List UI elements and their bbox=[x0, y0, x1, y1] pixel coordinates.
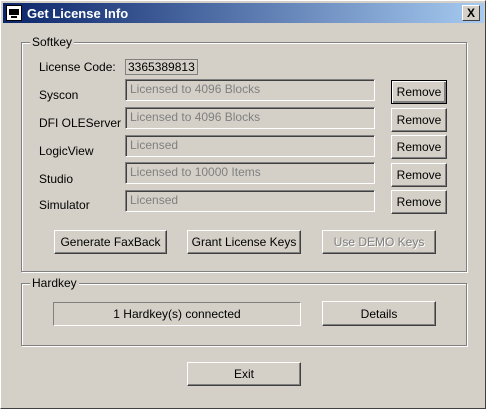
logicview-remove-button[interactable]: Remove bbox=[391, 135, 447, 159]
use-demo-keys-button[interactable]: Use DEMO Keys bbox=[322, 230, 436, 254]
syscon-label: Syscon bbox=[39, 88, 79, 102]
title-bar[interactable]: Get License Info X bbox=[3, 3, 484, 23]
logicview-label: LogicView bbox=[39, 144, 94, 158]
softkey-group-label: Softkey bbox=[30, 35, 75, 49]
simulator-remove-button[interactable]: Remove bbox=[391, 190, 447, 214]
license-code-label: License Code: bbox=[39, 60, 116, 74]
get-license-info-dialog: Get License Info X Softkey License Code:… bbox=[0, 0, 486, 409]
dfi-oleserver-license-field: Licensed to 4096 Blocks bbox=[125, 107, 375, 129]
studio-remove-button[interactable]: Remove bbox=[391, 163, 447, 187]
exit-button[interactable]: Exit bbox=[187, 362, 301, 386]
hardkey-group-label: Hardkey bbox=[30, 276, 79, 290]
dfi-oleserver-label: DFI OLEServer bbox=[39, 116, 122, 130]
application-icon bbox=[6, 5, 22, 21]
simulator-label: Simulator bbox=[39, 198, 90, 212]
close-icon: X bbox=[466, 6, 475, 20]
license-code-value: 3365389813 bbox=[125, 59, 198, 75]
dfi-oleserver-remove-button[interactable]: Remove bbox=[391, 108, 447, 132]
details-button[interactable]: Details bbox=[322, 301, 436, 326]
studio-license-field: Licensed to 10000 Items bbox=[125, 162, 375, 184]
syscon-license-field: Licensed to 4096 Blocks bbox=[125, 79, 375, 101]
logicview-license-field: Licensed bbox=[125, 135, 375, 157]
close-button[interactable]: X bbox=[462, 5, 480, 21]
generate-faxback-button[interactable]: Generate FaxBack bbox=[54, 230, 167, 254]
hardkey-status: 1 Hardkey(s) connected bbox=[53, 302, 301, 326]
simulator-license-field: Licensed bbox=[125, 190, 375, 212]
syscon-remove-button[interactable]: Remove bbox=[391, 80, 447, 104]
window-title: Get License Info bbox=[27, 6, 129, 21]
studio-label: Studio bbox=[39, 172, 74, 186]
grant-license-keys-button[interactable]: Grant License Keys bbox=[187, 230, 301, 254]
